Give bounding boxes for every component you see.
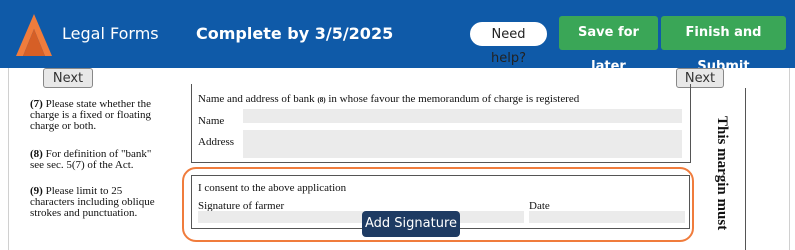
margin-note: This margin must [714,116,730,231]
note-9: (9) Please limit to 25 characters includ… [30,185,155,219]
note-8: (8) For definition of "bank" see sec. 5(… [30,148,152,171]
need-help-button[interactable]: Need help? [470,22,547,66]
finish-and-submit-button[interactable]: Finish and Submit [661,16,786,74]
bank-heading: Name and address of bank (8) in whose fa… [198,93,580,105]
bank-address-label: Address [198,136,235,148]
note-7: (7) Please state whether the charge is a… [30,98,152,132]
deadline-text: Complete by 3/5/2025 [196,24,394,43]
bank-name-label: Name [198,115,225,127]
save-for-later-button[interactable]: Save for later [559,16,658,74]
top-bar: Legal Forms Complete by 3/5/2025 Need he… [0,0,795,74]
bank-name-field[interactable] [243,109,682,123]
legal-forms-logo-icon [16,14,52,56]
app-title: Legal Forms [62,24,159,43]
bank-address-field[interactable] [243,130,682,158]
margin-divider [745,88,746,250]
add-signature-button[interactable]: Add Signature [362,211,460,237]
next-button-left[interactable]: Next [43,68,93,88]
